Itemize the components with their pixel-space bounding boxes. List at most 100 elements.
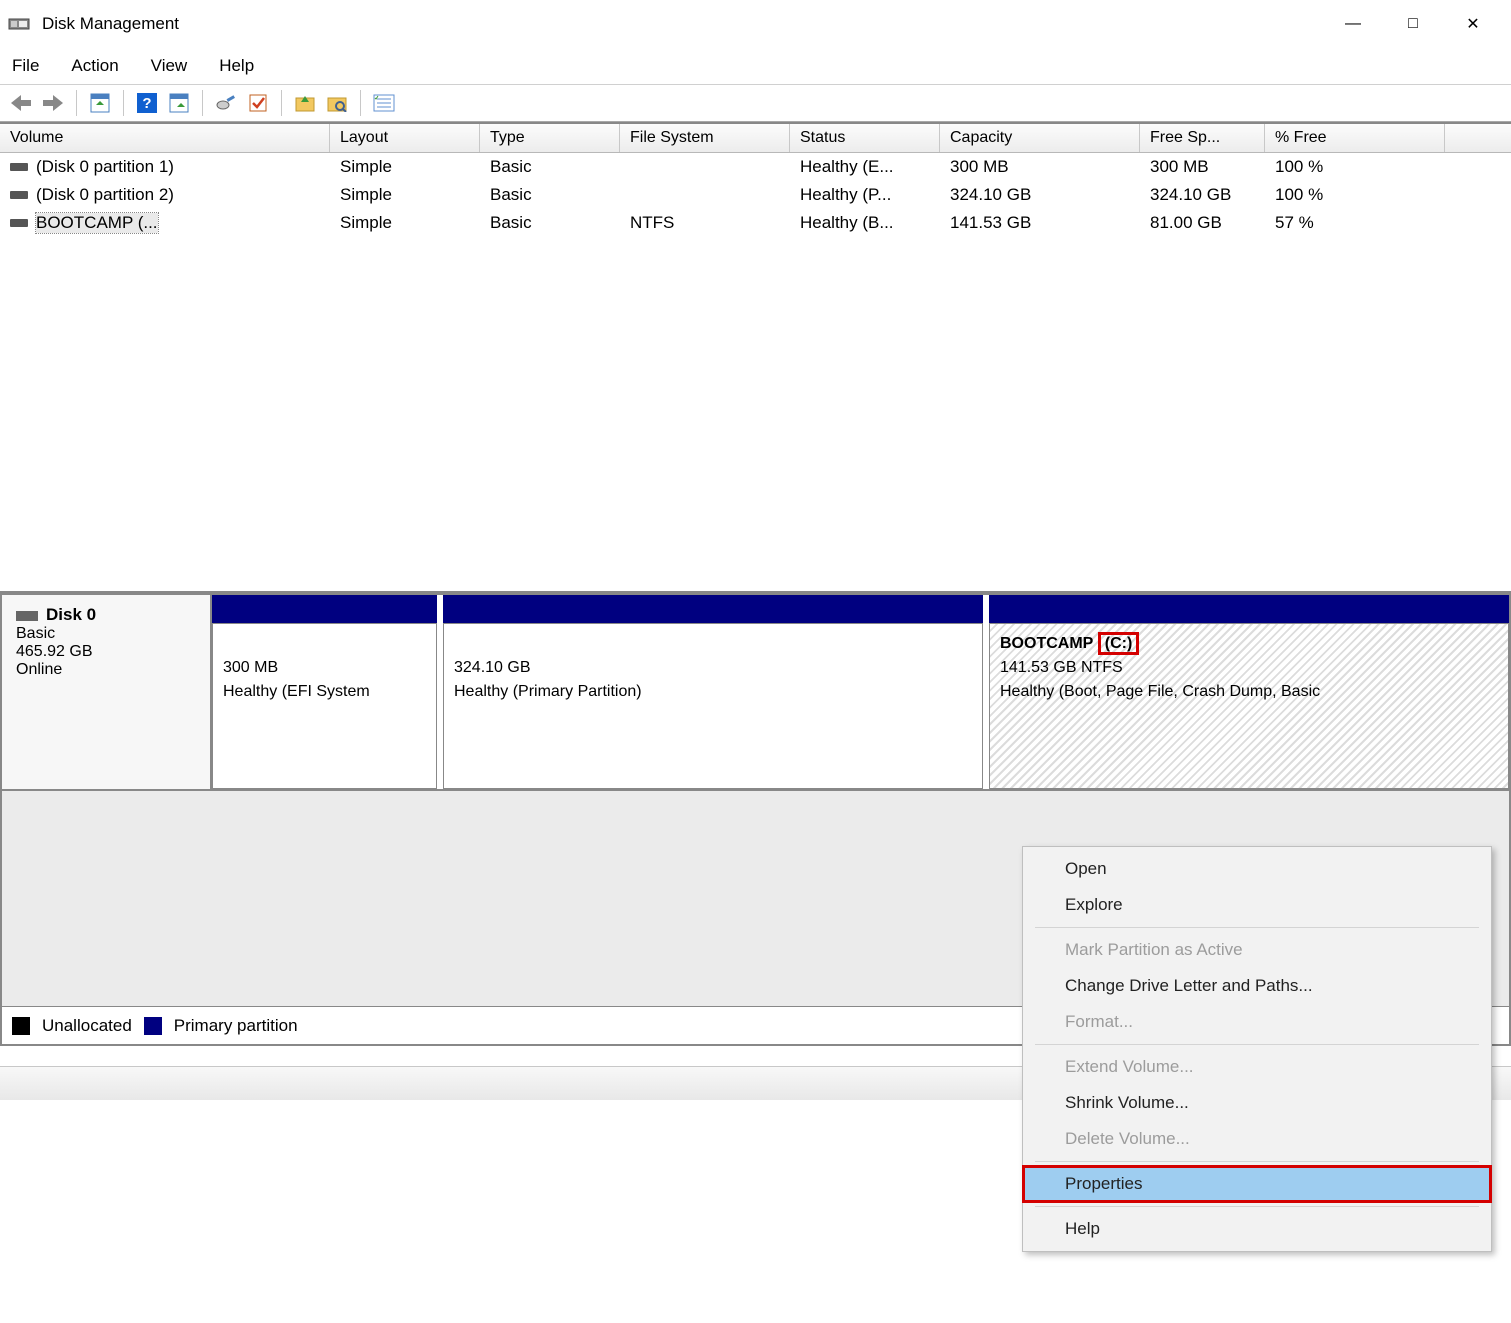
volume-cap: 324.10 GB xyxy=(940,183,1140,207)
partition-status: Healthy (Boot, Page File, Crash Dump, Ba… xyxy=(1000,680,1498,704)
partition-size: 300 MB xyxy=(223,656,426,680)
volume-layout: Simple xyxy=(330,155,480,179)
settings-icon[interactable] xyxy=(213,90,239,116)
volume-row[interactable]: (Disk 0 partition 2) Simple Basic Health… xyxy=(0,181,1511,209)
ctx-shrink-volume[interactable]: Shrink Volume... xyxy=(1023,1085,1491,1121)
volume-list-header: Volume Layout Type File System Status Ca… xyxy=(0,122,1511,153)
title-bar: Disk Management — □ ✕ xyxy=(0,0,1511,48)
volume-fs xyxy=(620,155,790,179)
partition-size: 324.10 GB xyxy=(454,656,972,680)
volume-cap: 300 MB xyxy=(940,155,1140,179)
minimize-button[interactable]: — xyxy=(1323,4,1383,44)
legend-swatch-unallocated xyxy=(12,1017,30,1035)
maximize-button[interactable]: □ xyxy=(1383,4,1443,44)
column-file-system[interactable]: File System xyxy=(620,124,790,152)
ctx-format: Format... xyxy=(1023,1004,1491,1040)
volume-free: 324.10 GB xyxy=(1140,183,1265,207)
legend-unallocated: Unallocated xyxy=(42,1016,132,1036)
ctx-open[interactable]: Open xyxy=(1023,851,1491,887)
column-layout[interactable]: Layout xyxy=(330,124,480,152)
column-volume[interactable]: Volume xyxy=(0,124,330,152)
partition-title: BOOTCAMP xyxy=(1000,635,1093,652)
context-menu: Open Explore Mark Partition as Active Ch… xyxy=(1022,846,1492,1252)
column-capacity[interactable]: Capacity xyxy=(940,124,1140,152)
column-pct-free[interactable]: % Free xyxy=(1265,124,1445,152)
ctx-help[interactable]: Help xyxy=(1023,1211,1491,1247)
disk-row: Disk 0 Basic 465.92 GB Online 300 MB Hea… xyxy=(0,593,1511,791)
volume-type: Basic xyxy=(480,155,620,179)
column-type[interactable]: Type xyxy=(480,124,620,152)
partition-bootcamp[interactable]: BOOTCAMP (C:) 141.53 GB NTFS Healthy (Bo… xyxy=(989,595,1509,789)
list-icon[interactable] xyxy=(371,90,397,116)
disk-icon xyxy=(16,611,38,621)
folder-search-icon[interactable] xyxy=(324,90,350,116)
ctx-separator xyxy=(1035,1161,1479,1162)
close-button[interactable]: ✕ xyxy=(1443,4,1503,44)
volume-icon xyxy=(10,219,28,227)
menu-action[interactable]: Action xyxy=(67,52,122,80)
volume-fs xyxy=(620,183,790,207)
disk-label[interactable]: Disk 0 Basic 465.92 GB Online xyxy=(2,595,212,789)
menu-help[interactable]: Help xyxy=(215,52,258,80)
volume-fs: NTFS xyxy=(620,211,790,235)
ctx-properties[interactable]: Properties xyxy=(1023,1166,1491,1202)
volume-name: BOOTCAMP (... xyxy=(36,213,158,233)
volume-free: 81.00 GB xyxy=(1140,211,1265,235)
checkbox-icon[interactable] xyxy=(245,90,271,116)
volume-layout: Simple xyxy=(330,211,480,235)
ctx-delete-volume: Delete Volume... xyxy=(1023,1121,1491,1157)
volume-icon xyxy=(10,163,28,171)
folder-up-icon[interactable] xyxy=(292,90,318,116)
ctx-separator xyxy=(1035,1044,1479,1045)
back-icon[interactable] xyxy=(8,90,34,116)
legend-primary: Primary partition xyxy=(174,1016,298,1036)
volume-type: Basic xyxy=(480,183,620,207)
help-icon[interactable]: ? xyxy=(134,90,160,116)
volume-free: 300 MB xyxy=(1140,155,1265,179)
partition[interactable]: 324.10 GB Healthy (Primary Partition) xyxy=(443,595,983,789)
toolbar: ? xyxy=(0,84,1511,122)
ctx-mark-active: Mark Partition as Active xyxy=(1023,932,1491,968)
forward-icon[interactable] xyxy=(40,90,66,116)
volume-cap: 141.53 GB xyxy=(940,211,1140,235)
partition-status: Healthy (Primary Partition) xyxy=(454,680,972,704)
partition-drive-letter: (C:) xyxy=(1098,632,1140,655)
show-hide-icon[interactable] xyxy=(87,90,113,116)
disk-type: Basic xyxy=(16,625,196,643)
volume-layout: Simple xyxy=(330,183,480,207)
volume-list[interactable]: (Disk 0 partition 1) Simple Basic Health… xyxy=(0,153,1511,593)
partition[interactable]: 300 MB Healthy (EFI System xyxy=(212,595,437,789)
disk-size: 465.92 GB xyxy=(16,643,196,661)
volume-pct: 100 % xyxy=(1265,183,1445,207)
disk-name: Disk 0 xyxy=(46,605,96,624)
partition-header xyxy=(212,595,437,623)
ctx-extend-volume: Extend Volume... xyxy=(1023,1049,1491,1085)
volume-status: Healthy (B... xyxy=(790,211,940,235)
ctx-explore[interactable]: Explore xyxy=(1023,887,1491,923)
column-free-space[interactable]: Free Sp... xyxy=(1140,124,1265,152)
menu-file[interactable]: File xyxy=(8,52,43,80)
volume-pct: 100 % xyxy=(1265,155,1445,179)
partition-header xyxy=(989,595,1509,623)
volume-name: (Disk 0 partition 1) xyxy=(36,157,174,177)
volume-row[interactable]: (Disk 0 partition 1) Simple Basic Health… xyxy=(0,153,1511,181)
volume-type: Basic xyxy=(480,211,620,235)
volume-row[interactable]: BOOTCAMP (... Simple Basic NTFS Healthy … xyxy=(0,209,1511,237)
ctx-separator xyxy=(1035,927,1479,928)
column-status[interactable]: Status xyxy=(790,124,940,152)
volume-name: (Disk 0 partition 2) xyxy=(36,185,174,205)
app-icon xyxy=(8,13,30,35)
volume-status: Healthy (P... xyxy=(790,183,940,207)
console-tree-icon[interactable] xyxy=(166,90,192,116)
window-title: Disk Management xyxy=(42,14,179,34)
menu-view[interactable]: View xyxy=(147,52,192,80)
volume-icon xyxy=(10,191,28,199)
ctx-change-letter[interactable]: Change Drive Letter and Paths... xyxy=(1023,968,1491,1004)
partition-header xyxy=(443,595,983,623)
ctx-separator xyxy=(1035,1206,1479,1207)
volume-status: Healthy (E... xyxy=(790,155,940,179)
volume-pct: 57 % xyxy=(1265,211,1445,235)
partition-status: Healthy (EFI System xyxy=(223,680,426,704)
disk-state: Online xyxy=(16,661,196,679)
legend-swatch-primary xyxy=(144,1017,162,1035)
